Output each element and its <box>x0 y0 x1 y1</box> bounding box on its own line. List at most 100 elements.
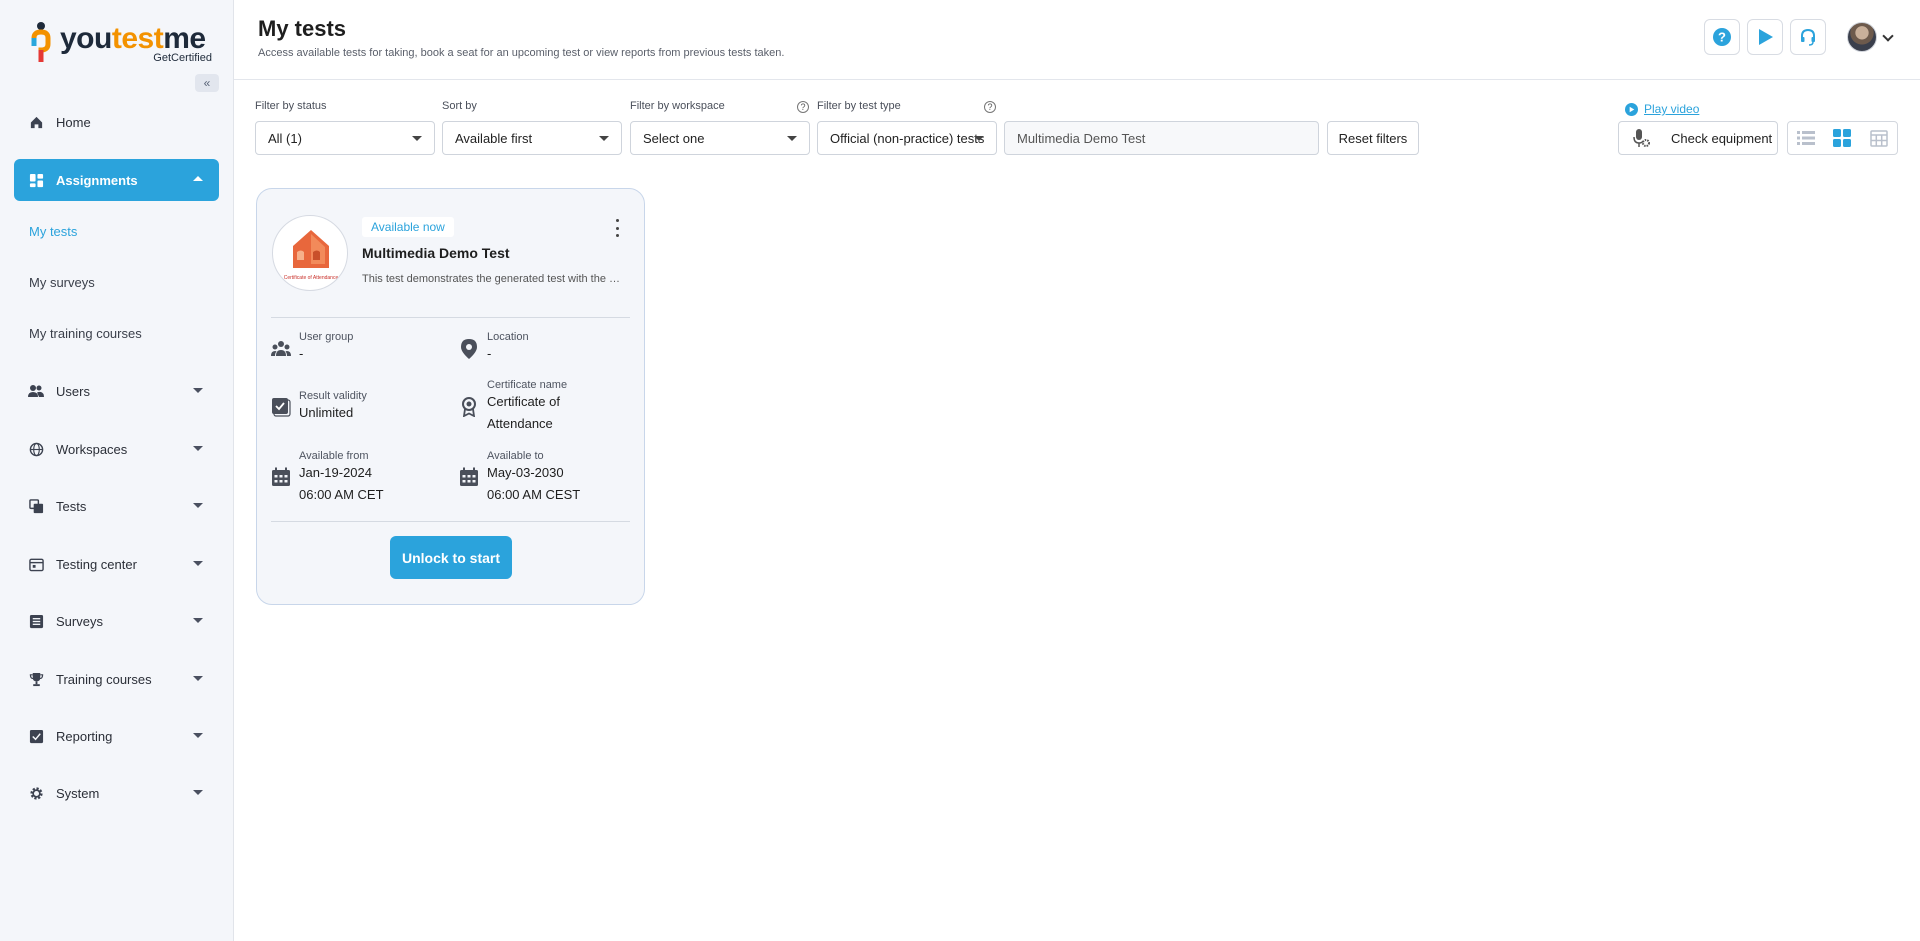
logo[interactable]: youtestme GetCertified <box>30 18 212 66</box>
filter-test-type-value: Official (non-practice) tests <box>830 131 985 146</box>
chevron-down-icon <box>193 676 203 681</box>
sidebar-subitem-my-training-courses[interactable]: My training courses <box>29 326 142 341</box>
grid-view-button[interactable] <box>1824 122 1860 154</box>
calendar-view-icon <box>1870 130 1888 147</box>
support-button[interactable] <box>1790 19 1826 55</box>
card-divider <box>271 317 630 318</box>
list-view-button[interactable] <box>1788 122 1824 154</box>
tests-icon <box>28 498 44 514</box>
help-button[interactable]: ? <box>1704 19 1740 55</box>
check-equipment-label: Check equipment <box>1671 130 1773 146</box>
collapse-sidebar-button[interactable]: « <box>195 74 219 92</box>
sort-by-select[interactable]: Available first <box>442 121 622 155</box>
sidebar-item-reporting[interactable]: Reporting <box>14 717 219 755</box>
certificate-name-line2: Attendance <box>487 416 553 431</box>
chevron-down-icon <box>193 503 203 508</box>
chevron-down-icon <box>193 446 203 451</box>
page-title: My tests <box>258 16 347 41</box>
user-group-value: - <box>299 346 304 361</box>
location-pin-icon <box>459 339 479 359</box>
users-icon <box>28 383 44 399</box>
page-description: Access available tests for taking, book … <box>258 47 785 59</box>
chevron-down-icon <box>787 136 797 141</box>
result-validity-label: Result validity <box>299 390 367 402</box>
check-equipment-button[interactable]: Check equipment <box>1618 121 1778 155</box>
trophy-icon <box>28 671 44 687</box>
svg-text:Certificate of Attendance: Certificate of Attendance <box>284 275 339 281</box>
sidebar-subitem-my-surveys[interactable]: My surveys <box>29 275 95 290</box>
filter-test-type-label: Filter by test type <box>817 100 901 112</box>
globe-icon <box>28 441 44 457</box>
svg-text:?: ? <box>1718 30 1726 45</box>
certificate-thumbnail: Certificate of Attendance <box>272 215 348 291</box>
chevron-down-icon[interactable] <box>1882 30 1894 42</box>
filter-status-select[interactable]: All (1) <box>255 121 435 155</box>
play-circle-icon <box>1625 102 1638 116</box>
chevron-down-icon <box>412 136 422 141</box>
sort-by-value: Available first <box>455 131 533 146</box>
sidebar-item-label: System <box>56 785 100 801</box>
sidebar-item-label: Surveys <box>56 613 103 629</box>
chevron-down-icon <box>193 733 203 738</box>
microphone-settings-icon <box>1633 129 1650 147</box>
filter-test-type-select[interactable]: Official (non-practice) tests <box>817 121 997 155</box>
play-tour-button[interactable] <box>1747 19 1783 55</box>
sidebar-subitem-my-tests[interactable]: My tests <box>29 224 77 239</box>
search-input[interactable] <box>1004 121 1319 155</box>
play-video-link[interactable]: Play video <box>1625 102 1699 116</box>
filter-workspace-select[interactable]: Select one <box>630 121 810 155</box>
double-chevron-left-icon: « <box>203 76 211 90</box>
sidebar-item-assignments[interactable]: Assignments <box>14 159 219 201</box>
certificate-ribbon-icon <box>459 397 479 417</box>
logo-mark-icon <box>31 22 51 62</box>
headset-icon <box>1801 28 1815 46</box>
assignments-icon <box>28 172 44 188</box>
sidebar-item-label: Assignments <box>56 172 138 188</box>
sidebar-item-label: Users <box>56 383 90 399</box>
reset-filters-button[interactable]: Reset filters <box>1327 121 1419 155</box>
gear-icon <box>28 785 44 801</box>
list-view-icon <box>1797 131 1816 145</box>
calendar-icon <box>459 467 479 487</box>
help-circle-icon[interactable]: ? <box>984 101 996 113</box>
certificate-house-icon: Certificate of Attendance <box>284 230 339 281</box>
chevron-down-icon <box>193 790 203 795</box>
result-validity-value: Unlimited <box>299 405 354 420</box>
sidebar-item-system[interactable]: System <box>14 774 219 812</box>
available-to-label: Available to <box>487 450 544 462</box>
unlock-to-start-button[interactable]: Unlock to start <box>390 536 512 579</box>
filter-status-label: Filter by status <box>255 100 327 112</box>
chevron-down-icon <box>193 561 203 566</box>
test-description: This test demonstrates the generated tes… <box>362 273 622 285</box>
filter-workspace-label: Filter by workspace <box>630 100 725 112</box>
filter-workspace-value: Select one <box>643 131 705 146</box>
result-validity-icon <box>271 397 291 417</box>
chevron-up-icon <box>193 176 203 181</box>
sidebar-item-tests[interactable]: Tests <box>14 487 219 525</box>
sidebar-item-surveys[interactable]: Surveys <box>14 602 219 640</box>
sidebar-item-home[interactable]: Home <box>14 103 219 141</box>
sort-by-label: Sort by <box>442 100 477 112</box>
sidebar-item-label: Reporting <box>56 728 113 744</box>
location-value: - <box>487 346 492 361</box>
reporting-icon <box>28 728 44 744</box>
sidebar-item-training-courses[interactable]: Training courses <box>14 660 219 698</box>
header-divider <box>234 79 1920 80</box>
avatar[interactable] <box>1847 22 1877 52</box>
sidebar-item-label: Testing center <box>56 556 137 572</box>
test-card: Certificate of Attendance Available now … <box>256 188 645 605</box>
help-icon: ? <box>1713 28 1731 46</box>
available-to-time: 06:00 AM CEST <box>487 487 581 502</box>
chevron-down-icon <box>599 136 609 141</box>
chevron-down-icon <box>193 618 203 623</box>
more-options-icon[interactable] <box>614 219 620 237</box>
calendar-view-button[interactable] <box>1861 122 1897 154</box>
sidebar-item-testing-center[interactable]: Testing center <box>14 545 219 583</box>
sidebar-item-users[interactable]: Users <box>14 372 219 410</box>
sidebar-item-workspaces[interactable]: Workspaces <box>14 430 219 468</box>
help-circle-icon[interactable]: ? <box>797 101 809 113</box>
sidebar: youtestme GetCertified « Home Assignment… <box>0 0 234 941</box>
card-divider <box>271 521 630 522</box>
available-from-label: Available from <box>299 450 369 462</box>
chevron-down-icon <box>193 388 203 393</box>
